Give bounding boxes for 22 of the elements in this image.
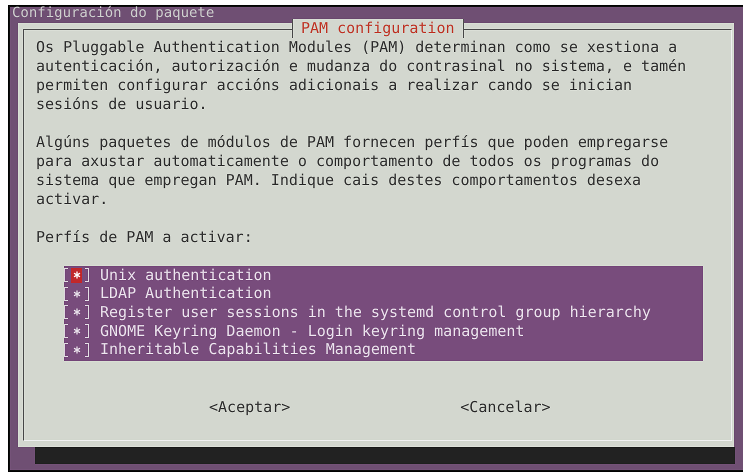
checkbox[interactable] <box>64 322 91 340</box>
option-item[interactable]: Unix authentication <box>64 266 703 285</box>
asterisk-icon <box>72 290 80 298</box>
list-label: Perfís de PAM a activar: <box>36 228 254 247</box>
asterisk-icon <box>72 346 80 354</box>
asterisk-icon <box>72 327 80 336</box>
checkbox[interactable] <box>64 285 91 302</box>
option-item[interactable]: Register user sessions in the systemd control group hierarchy <box>64 303 703 322</box>
dialog-button[interactable]: <Aceptar> <box>209 398 290 417</box>
checkbox[interactable] <box>64 266 91 284</box>
option-item[interactable]: GNOME Keyring Daemon - Login keyring management <box>64 322 703 340</box>
dialog-title: PAM configuration <box>292 19 464 38</box>
window-title: Configuración do paquete <box>11 7 216 20</box>
asterisk-icon <box>72 271 80 280</box>
option-item[interactable]: LDAP Authentication <box>64 284 703 304</box>
description-text: Algúns paquetes de módulos de PAM fornecen perfís que poden empregarse para axustar automaticamente o comportamento de todos os programas do sistema que empregan PAM. Indique cais destes comportamentos desexa activar. <box>36 133 670 209</box>
checkbox[interactable] <box>64 341 91 358</box>
dialog-button[interactable]: <Cancelar> <box>460 398 551 417</box>
checkbox[interactable] <box>64 304 91 321</box>
option-item[interactable]: Inheritable Capabilities Management <box>64 340 703 359</box>
asterisk-icon <box>72 308 80 316</box>
description-text: Os Pluggable Authentication Modules (PAM) determinan como se xestiona a autenticación, autorización e mudanza do contrasinal no sistema, e tamén permiten configurar accións adicionais a realizar cando se inician sesións de usuario. <box>36 38 688 114</box>
